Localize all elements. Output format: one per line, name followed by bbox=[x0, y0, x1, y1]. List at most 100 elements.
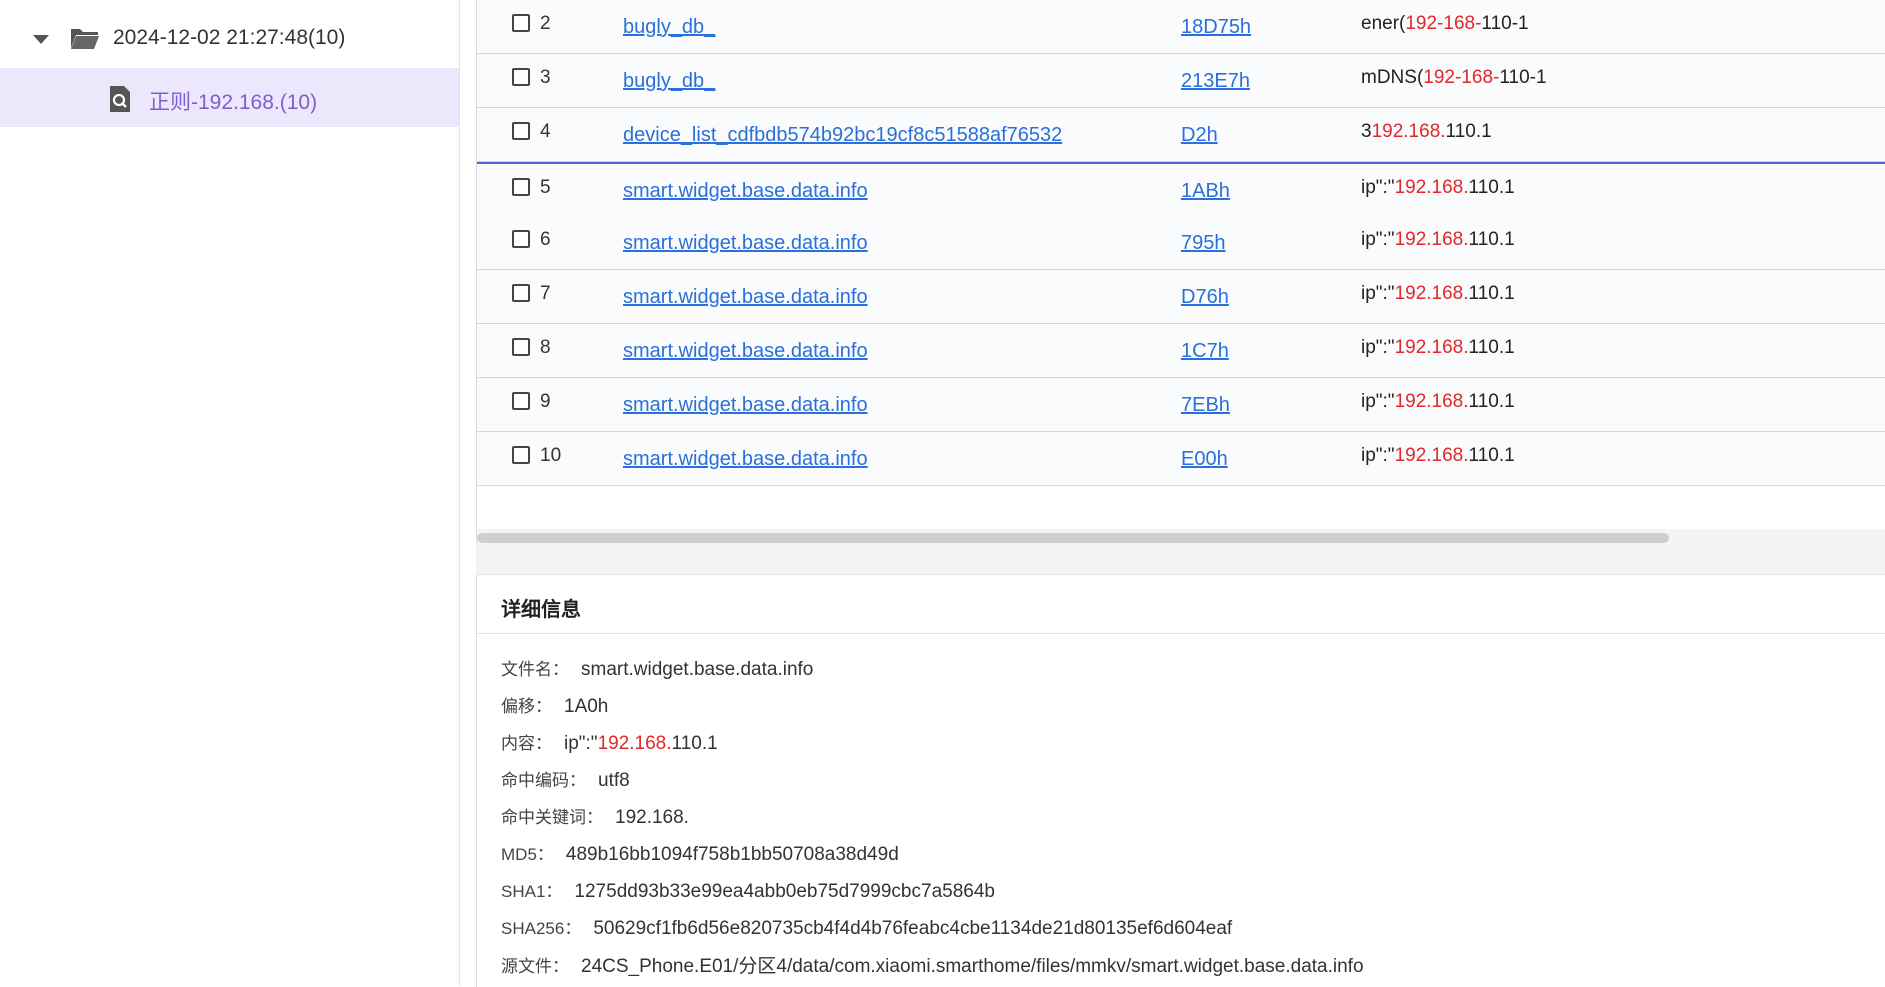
detail-encoding: 命中编码： utf8 bbox=[501, 766, 630, 792]
detail-encoding-value: utf8 bbox=[598, 770, 630, 791]
offset-link[interactable]: 18D75h bbox=[1181, 16, 1251, 39]
context-post: 110.1 bbox=[1468, 445, 1515, 466]
row-checkbox[interactable] bbox=[512, 68, 530, 86]
row-checkbox[interactable] bbox=[512, 284, 530, 302]
detail-content-label: 内容： bbox=[501, 734, 552, 753]
detail-filename-value: smart.widget.base.data.info bbox=[581, 659, 814, 680]
match-context: ip":"192.168.110.1 bbox=[1361, 229, 1515, 251]
detail-panel: 详细信息 文件名： smart.widget.base.data.info 偏移：… bbox=[476, 574, 1885, 987]
detail-sha256: SHA256： 50629cf1fb6d56e820735cb4f4d4b76fe… bbox=[501, 914, 1232, 940]
context-pre: ip":" bbox=[1361, 337, 1395, 358]
detail-keyword-value: 192.168. bbox=[615, 807, 689, 828]
row-number: 8 bbox=[540, 337, 551, 358]
divider bbox=[477, 633, 1885, 634]
offset-link[interactable]: E00h bbox=[1181, 448, 1228, 471]
context-pre: 3 bbox=[1361, 121, 1372, 142]
file-name-link[interactable]: smart.widget.base.data.info bbox=[623, 394, 868, 417]
offset-link[interactable]: 795h bbox=[1181, 232, 1226, 255]
detail-source: 源文件： 24CS_Phone.E01/分区4/data/com.xiaomi.s… bbox=[501, 951, 1364, 978]
results-table: 2 bugly_db_ 18D75h ener(192-168-110-1 3 bugly… bbox=[476, 0, 1885, 545]
file-name-link[interactable]: smart.widget.base.data.info bbox=[623, 180, 868, 203]
table-row[interactable]: 8 smart.widget.base.data.info 1C7h ip":"192… bbox=[477, 324, 1885, 378]
row-checkbox[interactable] bbox=[512, 14, 530, 32]
detail-keyword-label: 命中关键词： bbox=[501, 808, 603, 827]
table-row[interactable]: 10 smart.widget.base.data.info E00h ip":"19… bbox=[477, 432, 1885, 486]
context-pre: ip":" bbox=[1361, 391, 1395, 412]
context-pre: mDNS( bbox=[1361, 67, 1424, 88]
offset-link[interactable]: 1C7h bbox=[1181, 340, 1229, 363]
context-pre: ip":" bbox=[1361, 177, 1395, 198]
detail-keyword: 命中关键词： 192.168. bbox=[501, 803, 689, 829]
table-row[interactable]: 4 device_list_cdfbdb574b92bc19cf8c51588af… bbox=[477, 108, 1885, 162]
detail-md5-value: 489b16bb1094f758b1bb50708a38d49d bbox=[565, 844, 899, 865]
file-name-link[interactable]: smart.widget.base.data.info bbox=[623, 340, 868, 363]
detail-md5-label: MD5： bbox=[501, 845, 554, 864]
detail-offset-label: 偏移： bbox=[501, 697, 552, 716]
offset-link[interactable]: 1ABh bbox=[1181, 180, 1230, 203]
horizontal-scrollbar-thumb[interactable] bbox=[477, 533, 1669, 543]
detail-sha1-label: SHA1： bbox=[501, 882, 563, 901]
table-row[interactable]: 2 bugly_db_ 18D75h ener(192-168-110-1 bbox=[477, 0, 1885, 54]
context-hit: 192-168- bbox=[1423, 67, 1500, 88]
offset-link[interactable]: D76h bbox=[1181, 286, 1229, 309]
context-post: 110.1 bbox=[1468, 177, 1515, 198]
match-context: ip":"192.168.110.1 bbox=[1361, 391, 1515, 413]
file-name-link[interactable]: smart.widget.base.data.info bbox=[623, 232, 868, 255]
context-post: 110-1 bbox=[1499, 67, 1547, 88]
detail-sha1-value: 1275dd93b33e99ea4abb0eb75d7999cbc7a5864b bbox=[574, 881, 995, 902]
context-hit: 192-168- bbox=[1405, 13, 1482, 34]
table-row[interactable]: 5 smart.widget.base.data.info 1ABh ip":"192… bbox=[477, 162, 1885, 219]
context-pre: ener( bbox=[1361, 13, 1406, 34]
table-row[interactable]: 3 bugly_db_ 213E7h mDNS(192-168-110-1 bbox=[477, 54, 1885, 108]
tree-root-label: 2024-12-02 21:27:48(10) bbox=[113, 26, 346, 49]
detail-md5: MD5： 489b16bb1094f758b1bb50708a38d49d bbox=[501, 840, 899, 866]
match-context: mDNS(192-168-110-1 bbox=[1361, 67, 1547, 89]
context-hit: 192.168. bbox=[1394, 337, 1469, 358]
caret-down-icon[interactable] bbox=[33, 35, 49, 44]
file-name-link[interactable]: bugly_db_ bbox=[623, 16, 715, 39]
table-row[interactable]: 9 smart.widget.base.data.info 7EBh ip":"192… bbox=[477, 378, 1885, 432]
context-hit: 192.168. bbox=[1394, 391, 1469, 412]
row-checkbox[interactable] bbox=[512, 338, 530, 356]
tree-node-regex-result[interactable]: 正则-192.168.(10) bbox=[0, 68, 459, 127]
tree-node-root[interactable]: 2024-12-02 21:27:48(10) bbox=[0, 10, 459, 67]
context-post: 110.1 bbox=[1468, 337, 1515, 358]
context-hit: 192.168. bbox=[1394, 229, 1469, 250]
file-name-link[interactable]: smart.widget.base.data.info bbox=[623, 448, 868, 471]
detail-content-post: 110.1 bbox=[671, 733, 718, 754]
tree-child-label: 正则-192.168.(10) bbox=[149, 91, 318, 114]
detail-sha256-label: SHA256： bbox=[501, 919, 582, 938]
detail-offset: 偏移： 1A0h bbox=[501, 692, 608, 718]
row-number: 6 bbox=[540, 229, 551, 250]
offset-link[interactable]: 7EBh bbox=[1181, 394, 1230, 417]
row-number: 4 bbox=[540, 121, 551, 142]
detail-sha256-value: 50629cf1fb6d56e820735cb4f4d4b76feabc4cbe… bbox=[593, 918, 1233, 939]
file-name-link[interactable]: bugly_db_ bbox=[623, 70, 715, 93]
file-name-link[interactable]: device_list_cdfbdb574b92bc19cf8c51588af7… bbox=[623, 124, 1062, 147]
detail-encoding-label: 命中编码： bbox=[501, 771, 586, 790]
match-context: ener(192-168-110-1 bbox=[1361, 13, 1529, 35]
folder-open-icon bbox=[71, 29, 99, 49]
table-row[interactable]: 6 smart.widget.base.data.info 795h ip":"192… bbox=[477, 216, 1885, 270]
detail-offset-value: 1A0h bbox=[564, 696, 609, 717]
row-checkbox[interactable] bbox=[512, 122, 530, 140]
detail-title: 详细信息 bbox=[501, 599, 581, 621]
detail-content: 内容： ip":"192.168.110.1 bbox=[501, 729, 718, 755]
row-number: 2 bbox=[540, 13, 551, 34]
file-name-link[interactable]: smart.widget.base.data.info bbox=[623, 286, 868, 309]
row-checkbox[interactable] bbox=[512, 178, 530, 196]
row-checkbox[interactable] bbox=[512, 230, 530, 248]
table-row[interactable]: 7 smart.widget.base.data.info D76h ip":"192… bbox=[477, 270, 1885, 324]
context-post: 110.1 bbox=[1468, 229, 1515, 250]
context-pre: ip":" bbox=[1361, 445, 1395, 466]
row-checkbox[interactable] bbox=[512, 446, 530, 464]
row-number: 7 bbox=[540, 283, 551, 304]
row-number: 10 bbox=[540, 445, 562, 466]
offset-link[interactable]: D2h bbox=[1181, 124, 1218, 147]
offset-link[interactable]: 213E7h bbox=[1181, 70, 1250, 93]
context-hit: 192.168. bbox=[1371, 121, 1446, 142]
main-area: 2 bugly_db_ 18D75h ener(192-168-110-1 3 bugly… bbox=[476, 0, 1885, 987]
detail-filename-label: 文件名： bbox=[501, 660, 569, 679]
context-pre: ip":" bbox=[1361, 283, 1395, 304]
row-checkbox[interactable] bbox=[512, 392, 530, 410]
